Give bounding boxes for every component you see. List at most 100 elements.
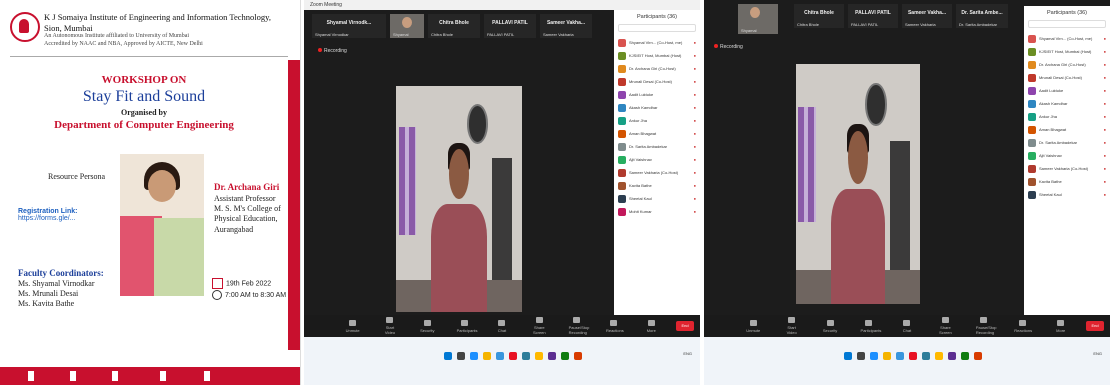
participant-name: Shyamal Virn... (Co-Host, me) — [629, 40, 683, 45]
video-tile[interactable]: PALLAVI PATIL PALLAVI PATIL — [848, 4, 898, 28]
system-tray[interactable]: ENG — [1093, 351, 1102, 356]
taskbar-app-icon[interactable] — [496, 352, 504, 360]
participant-row[interactable]: Ajit Vaishnav ● — [1024, 149, 1110, 162]
taskbar-app-icon[interactable] — [896, 352, 904, 360]
tile-label: Shyamal Virnodk... — [326, 20, 372, 26]
video-tile[interactable]: Shyamal — [390, 14, 424, 38]
taskbar-app-icon[interactable] — [574, 352, 582, 360]
participant-row[interactable]: Akash Kamdhar ● — [1024, 97, 1110, 110]
taskbar-app-icon[interactable] — [844, 352, 852, 360]
participant-avatar — [618, 38, 626, 47]
participant-avatar — [1028, 177, 1036, 186]
participant-row[interactable]: Shyamal Virn... (Co-Host, me) ● — [614, 36, 700, 49]
toolbar-button[interactable]: Share Screen — [531, 317, 547, 335]
participant-row[interactable]: Kavita Bathe ● — [1024, 175, 1110, 188]
taskbar-app-icon[interactable] — [535, 352, 543, 360]
end-meeting-button[interactable]: End — [1086, 321, 1104, 331]
toolbar-button[interactable]: More — [643, 319, 659, 333]
toolbar-button[interactable]: Share Screen — [937, 317, 953, 335]
taskbar-app-icon[interactable] — [909, 352, 917, 360]
video-tile[interactable]: Dr. Sarita Ambe... Dr. Sarita Ambadekar — [956, 4, 1008, 28]
taskbar-app-icon[interactable] — [561, 352, 569, 360]
speaker-info: Dr. Archana Giri Assistant Professor M. … — [214, 182, 296, 235]
taskbar-app-icon[interactable] — [922, 352, 930, 360]
toolbar-button[interactable]: Security — [419, 319, 435, 333]
participant-row[interactable]: Dr. Sarita Ambadekar ● — [614, 140, 700, 153]
toolbar-button[interactable]: Unmute — [745, 319, 761, 333]
participants-search-input[interactable] — [618, 24, 696, 32]
taskbar-app-icon[interactable] — [948, 352, 956, 360]
active-speaker-video — [396, 86, 522, 312]
toolbar-button[interactable]: Chat — [494, 319, 510, 333]
participant-row[interactable]: KJSIEIT Host, Mumbai (Host) ● — [614, 49, 700, 62]
recording-indicator[interactable]: Recording — [318, 48, 347, 54]
toolbar-button[interactable]: Start Video — [784, 317, 800, 335]
tile-name: PALLAVI PATIL — [487, 32, 515, 37]
event-date: 19th Feb 2022 — [226, 280, 272, 288]
toolbar-button[interactable]: Unmute — [345, 319, 361, 333]
participant-row[interactable]: Shyamal Virn... (Co-Host, me) ● — [1024, 32, 1110, 45]
participants-header: Participants (36) — [636, 14, 678, 20]
video-tile[interactable]: Sameer Vakha... Sameer Vakharia — [902, 4, 952, 28]
participant-row[interactable]: Mrunali Desai (Co-Host) ● — [1024, 71, 1110, 84]
taskbar-app-icon[interactable] — [457, 352, 465, 360]
participant-row[interactable]: Aadit Luktuke ● — [1024, 84, 1110, 97]
speaker-city: Aurangabad — [214, 224, 254, 234]
participant-row[interactable]: Mohit Kumar ● — [614, 205, 700, 218]
toolbar-button[interactable]: More — [1053, 319, 1069, 333]
toolbar-button[interactable]: Reactions — [606, 319, 624, 333]
toolbar-button[interactable]: Start Video — [382, 317, 398, 335]
video-tile[interactable]: PALLAVI PATIL PALLAVI PATIL — [484, 14, 536, 38]
participant-row[interactable]: Mrunali Desai (Co-Host) ● — [614, 75, 700, 88]
participant-row[interactable]: Ankur Jha ● — [1024, 110, 1110, 123]
participant-row[interactable]: Kavita Bathe ● — [614, 179, 700, 192]
participant-row[interactable]: Aadit Luktuke ● — [614, 88, 700, 101]
toolbar-button[interactable]: Pause/Stop Recording — [976, 317, 997, 335]
toolbar-button[interactable]: Participants — [861, 319, 881, 333]
taskbar-app-icon[interactable] — [470, 352, 478, 360]
windows-taskbar: ENG — [304, 337, 700, 385]
taskbar-app-icon[interactable] — [444, 352, 452, 360]
participant-row[interactable]: Ankur Jha ● — [614, 114, 700, 127]
participant-row[interactable]: Dr. Sarita Ambadekar ● — [1024, 136, 1110, 149]
participants-search-input[interactable] — [1028, 20, 1106, 28]
participant-name: Shyamal Virn... (Co-Host, me) — [1039, 36, 1093, 41]
participant-row[interactable]: Sameer Vakharia (Co-Host) ● — [1024, 162, 1110, 175]
video-tile[interactable]: Shyamal — [738, 4, 778, 34]
participant-row[interactable]: Sheetal Kaul ● — [614, 192, 700, 205]
participant-row[interactable]: Aman Bhagwat ● — [1024, 123, 1110, 136]
toolbar-button[interactable]: Participants — [457, 319, 478, 333]
video-tile[interactable]: Sameer Vakha... Sameer Vakharia — [540, 14, 592, 38]
video-tile[interactable]: Chitra Bhole Chitra Bhole — [794, 4, 844, 28]
taskbar-app-icon[interactable] — [883, 352, 891, 360]
taskbar-app-icon[interactable] — [522, 352, 530, 360]
participant-row[interactable]: KJSIEIT Host, Mumbai (Host) ● — [1024, 45, 1110, 58]
participant-row[interactable]: Ajit Vaishnav ● — [614, 153, 700, 166]
registration-link[interactable]: https://forms.gle/... — [18, 215, 118, 222]
taskbar-app-icon[interactable] — [870, 352, 878, 360]
participant-name: KJSIEIT Host, Mumbai (Host) — [1039, 49, 1092, 54]
taskbar-app-icon[interactable] — [483, 352, 491, 360]
participant-row[interactable]: Sameer Vakharia (Co-Host) ● — [614, 166, 700, 179]
participant-row[interactable]: Dr. Archana Giri (Co-Host) ● — [1024, 58, 1110, 71]
recording-indicator[interactable]: Recording — [714, 44, 743, 50]
taskbar-app-icon[interactable] — [548, 352, 556, 360]
taskbar-app-icon[interactable] — [974, 352, 982, 360]
toolbar-button[interactable]: Pause/Stop Recording — [569, 317, 589, 335]
taskbar-app-icon[interactable] — [857, 352, 865, 360]
video-tile[interactable]: Shyamal Virnodk... Shyamal Virnodkar — [312, 14, 386, 38]
event-time: 7:00 AM to 8:30 AM — [225, 291, 287, 299]
participant-row[interactable]: Akash Kamdhar ● — [614, 101, 700, 114]
participant-row[interactable]: Sheetal Kaul ● — [1024, 188, 1110, 201]
toolbar-button[interactable]: Security — [822, 319, 838, 333]
taskbar-app-icon[interactable] — [961, 352, 969, 360]
participant-row[interactable]: Aman Bhagwat ● — [614, 127, 700, 140]
end-meeting-button[interactable]: End — [676, 321, 694, 331]
toolbar-button[interactable]: Reactions — [1014, 319, 1032, 333]
taskbar-app-icon[interactable] — [935, 352, 943, 360]
system-tray[interactable]: ENG — [683, 351, 692, 356]
toolbar-button[interactable]: Chat — [899, 319, 915, 333]
video-tile[interactable]: Chitra Bhole Chitra Bhole — [428, 14, 480, 38]
taskbar-app-icon[interactable] — [509, 352, 517, 360]
participant-row[interactable]: Dr. Archana Giri (Co-Host) ● — [614, 62, 700, 75]
